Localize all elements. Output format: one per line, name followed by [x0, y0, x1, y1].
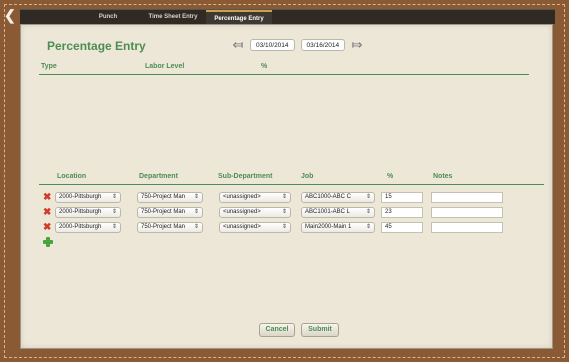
department-select[interactable]: 750-Project Man ⇕ [137, 222, 203, 233]
notes-input[interactable] [431, 192, 503, 203]
cancel-button[interactable]: Cancel [259, 323, 295, 337]
header-type: Type [41, 63, 57, 70]
department-select[interactable]: 750-Project Man ⇕ [137, 207, 203, 218]
date-navigator: ⤆ 03/10/2014 03/16/2014 ⤇ [229, 37, 366, 53]
page-title: Percentage Entry [47, 39, 146, 53]
location-select[interactable]: 2000-Pittsburgh ⇕ [55, 207, 121, 218]
bottom-table-rule [39, 184, 544, 185]
department-select[interactable]: 750-Project Man ⇕ [137, 192, 203, 203]
start-date-field[interactable]: 03/10/2014 [250, 39, 295, 51]
percent-input[interactable]: 45 [381, 222, 423, 233]
sub-department-select[interactable]: <unassigned> ⇕ [219, 192, 291, 203]
delete-x-icon[interactable]: ✖ [43, 222, 53, 233]
header-labor-level: Labor Level [145, 63, 185, 70]
tab-time-sheet-entry[interactable]: Time Sheet Entry [142, 10, 204, 25]
header-percent-top: % [261, 63, 268, 70]
percent-input[interactable]: 23 [381, 207, 423, 218]
left-arrow-icon[interactable]: ⤆ [229, 38, 247, 51]
notes-input[interactable] [431, 222, 503, 233]
header-location: Location [57, 173, 87, 180]
location-select[interactable]: 2000-Pittsburgh ⇕ [55, 222, 121, 233]
header-sub-department: Sub-Department [218, 173, 273, 180]
submit-button[interactable]: Submit [301, 323, 339, 337]
top-table-rule [39, 74, 529, 75]
window-frame: ❮ Punch Time Sheet Entry Percentage Entr… [0, 0, 569, 362]
tab-strip: Punch Time Sheet Entry Percentage Entry [20, 9, 555, 25]
right-arrow-icon[interactable]: ⤇ [348, 38, 366, 51]
main-panel: Percentage Entry ⤆ 03/10/2014 03/16/2014… [20, 24, 553, 349]
header-department: Department [139, 173, 178, 180]
job-select[interactable]: Main2000-Main 1 ⇕ [301, 222, 375, 233]
tab-percentage-entry[interactable]: Percentage Entry [206, 10, 272, 25]
header-percent: % [387, 173, 394, 180]
percent-input[interactable]: 15 [381, 192, 423, 203]
delete-x-icon[interactable]: ✖ [43, 192, 53, 203]
back-chevron-icon[interactable]: ❮ [4, 8, 18, 22]
end-date-field[interactable]: 03/16/2014 [300, 39, 346, 51]
tab-punch[interactable]: Punch [86, 10, 130, 25]
delete-x-icon[interactable]: ✖ [43, 207, 53, 218]
job-select[interactable]: ABC1001-ABC L ⇕ [301, 207, 375, 218]
header-job: Job [301, 173, 314, 180]
job-select[interactable]: ABC1000-ABC C ⇕ [301, 192, 375, 203]
header-notes: Notes [433, 173, 453, 180]
sub-department-select[interactable]: <unassigned> ⇕ [219, 207, 291, 218]
add-plus-icon[interactable] [43, 237, 53, 247]
notes-input[interactable] [431, 207, 503, 218]
location-select[interactable]: 2000-Pittsburgh ⇕ [55, 192, 121, 203]
sub-department-select[interactable]: <unassigned> ⇕ [219, 222, 291, 233]
